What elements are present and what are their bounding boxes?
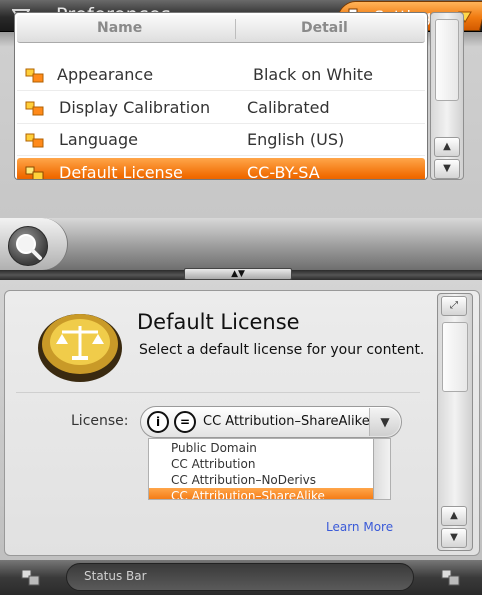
resize-icon[interactable] [440,568,462,588]
scroll-thumb[interactable] [435,19,459,101]
down-arrow-icon[interactable]: ▼ [434,159,460,179]
scroll-thumb[interactable] [442,322,468,392]
scales-badge-icon [38,314,122,382]
down-arrow-icon[interactable]: ▼ [441,528,467,548]
list-item[interactable]: Display Calibration Calibrated [17,93,425,124]
splitter-handle[interactable]: ▲▼ [184,268,292,280]
list-scrollbar[interactable]: ▲ ▼ [430,12,464,180]
window-tile-icon[interactable] [20,568,42,588]
toolbar-band [0,218,482,270]
preferences-list[interactable]: Name Detail Appearance Black on White Di… [14,12,428,180]
expand-icon[interactable]: ⤢ [441,296,467,316]
status-text: Status Bar [84,569,147,583]
up-arrow-icon[interactable]: ▲ [441,506,467,526]
search-button[interactable] [8,226,48,266]
pref-item-icon [25,68,44,83]
pref-item-icon [25,133,44,148]
list-item-detail: CC-BY-SA [247,163,320,180]
cc-by-icon: i [147,411,169,433]
divider [16,392,420,393]
license-dropdown-button[interactable]: ▼ [369,408,400,436]
license-option[interactable]: Public Domain [149,440,373,456]
license-option[interactable]: CC Attribution [149,456,373,472]
up-arrow-icon[interactable]: ▲ [434,137,460,157]
list-item-detail: Black on White [253,65,373,84]
pref-item-icon [25,101,44,116]
list-item[interactable]: Appearance Black on White [17,60,425,91]
search-icon [16,234,42,260]
list-item-selected[interactable]: Default License CC-BY-SA [17,158,425,180]
list-item[interactable]: Language English (US) [17,125,425,156]
options-scrollbar[interactable] [373,439,390,499]
column-header-detail[interactable]: Detail [301,20,348,36]
cc-nd-icon: = [174,411,196,433]
list-item-detail: Calibrated [247,98,330,117]
license-options-list[interactable]: Public Domain CC Attribution CC Attribut… [148,438,391,500]
detail-title: Default License [137,310,300,334]
license-label: License: [71,413,129,429]
detail-subtitle: Select a default license for your conten… [139,342,425,358]
license-option[interactable]: CC Attribution–NoDerivs [149,472,373,488]
list-item-name: Display Calibration [59,98,211,117]
learn-more-link[interactable]: Learn More [326,520,393,534]
pref-item-icon [25,166,44,179]
list-item-detail: English (US) [247,130,345,149]
license-select-value: CC Attribution–ShareAlike [203,414,370,429]
list-item-name: Default License [59,163,183,180]
list-item-name: Appearance [57,65,154,84]
list-item-name: Language [59,130,138,149]
detail-scrollbar[interactable]: ⤢ ▲ ▼ [437,293,473,551]
license-option-selected[interactable]: CC Attribution–ShareAlike [149,488,373,499]
list-header: Name Detail [17,15,425,43]
column-header-name[interactable]: Name [97,20,142,36]
header-divider [235,19,236,39]
